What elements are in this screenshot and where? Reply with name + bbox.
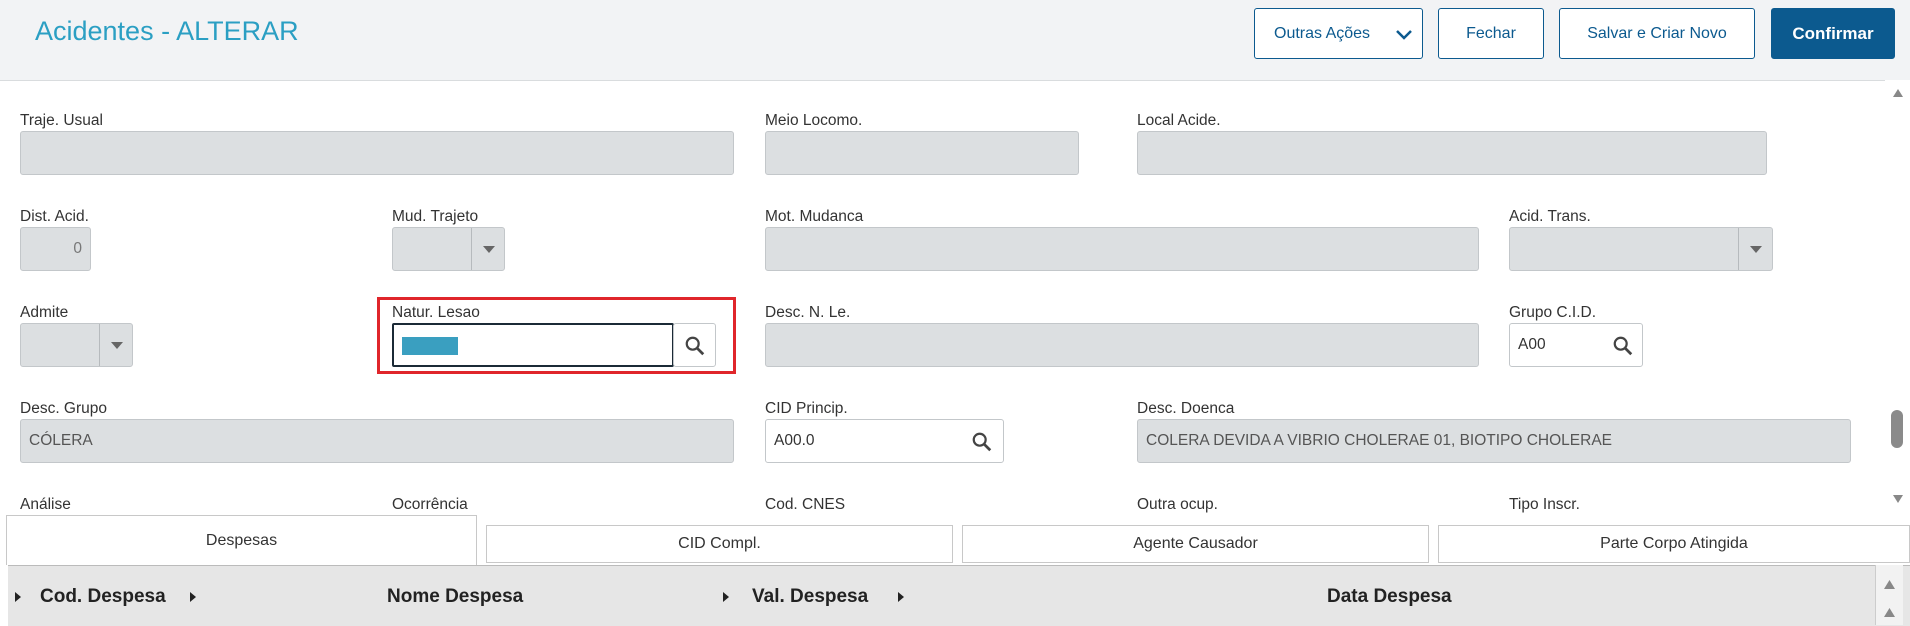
close-button[interactable]: Fechar <box>1438 8 1544 59</box>
mud-trajeto-select[interactable] <box>392 227 505 271</box>
natur-lesao-input[interactable] <box>392 323 674 367</box>
search-icon[interactable] <box>971 431 993 453</box>
dropdown-arrow-icon[interactable] <box>483 246 495 253</box>
sort-arrow-icon[interactable] <box>15 592 21 602</box>
tab-agente-causador[interactable]: Agente Causador <box>962 525 1429 563</box>
page-title: Acidentes - ALTERAR <box>35 16 299 46</box>
more-actions-button[interactable]: Outras Ações <box>1254 8 1423 59</box>
scrollbar-thumb[interactable] <box>1891 410 1903 448</box>
header-bar: Acidentes - ALTERAR Outras Ações Fechar … <box>0 0 1910 81</box>
tipo-inscr-label: Tipo Inscr. <box>1509 496 1580 513</box>
cid-princip-value: A00.0 <box>774 432 815 449</box>
text-selection <box>402 337 458 355</box>
scroll-down-icon[interactable] <box>1892 494 1904 504</box>
mot-mudanca-field <box>765 227 1479 271</box>
column-header-data-despesa[interactable]: Data Despesa <box>1327 586 1452 608</box>
natur-lesao-label: Natur. Lesao <box>392 304 480 321</box>
cid-princip-input[interactable]: A00.0 <box>765 419 1004 463</box>
confirm-button[interactable]: Confirmar <box>1771 8 1895 59</box>
despesas-grid: Cod. Despesa Nome Despesa Val. Despesa D… <box>8 565 1910 626</box>
dropdown-arrow-icon[interactable] <box>1750 246 1762 253</box>
cid-princip-label: CID Princip. <box>765 400 848 417</box>
form-area: Traje. Usual Meio Locomo. Local Acide. D… <box>0 80 1885 520</box>
meio-locomo-label: Meio Locomo. <box>765 112 863 129</box>
ocorrencia-label: Ocorrência <box>392 496 468 513</box>
more-actions-label: Outras Ações <box>1274 24 1371 42</box>
local-acide-label: Local Acide. <box>1137 112 1221 129</box>
mot-mudanca-label: Mot. Mudanca <box>765 208 864 225</box>
form-scrollbar[interactable] <box>1885 80 1910 512</box>
tab-cid-compl[interactable]: CID Compl. <box>486 525 953 563</box>
desc-doenca-value: COLERA DEVIDA A VIBRIO CHOLERAE 01, BIOT… <box>1146 432 1613 449</box>
desc-doenca-label: Desc. Doenca <box>1137 400 1235 417</box>
desc-grupo-label: Desc. Grupo <box>20 400 108 417</box>
tab-bar: Despesas CID Compl. Agente Causador Part… <box>0 515 1910 565</box>
desc-doenca-field: COLERA DEVIDA A VIBRIO CHOLERAE 01, BIOT… <box>1137 419 1851 463</box>
cod-cnes-label: Cod. CNES <box>765 496 846 513</box>
grupo-cid-input[interactable]: A00 <box>1509 323 1643 367</box>
acid-trans-label: Acid. Trans. <box>1509 208 1591 225</box>
dist-acid-field: 0 <box>20 227 91 271</box>
analise-label: Análise <box>20 496 71 513</box>
tab-parte-corpo-atingida[interactable]: Parte Corpo Atingida <box>1438 525 1910 563</box>
select-divider <box>471 228 472 270</box>
save-and-new-button[interactable]: Salvar e Criar Novo <box>1559 8 1755 59</box>
natur-lesao-search-button[interactable] <box>673 323 716 367</box>
meio-locomo-field <box>765 131 1079 175</box>
column-header-cod-despesa[interactable]: Cod. Despesa <box>40 586 166 608</box>
grid-scrollbar[interactable] <box>1875 565 1903 625</box>
traje-usual-field <box>20 131 734 175</box>
scroll-up-icon[interactable] <box>1892 88 1904 98</box>
dist-acid-value: 0 <box>73 240 82 257</box>
grupo-cid-label: Grupo C.I.D. <box>1509 304 1596 321</box>
select-divider <box>1738 228 1739 270</box>
search-icon[interactable] <box>1612 335 1634 357</box>
outra-ocup-label: Outra ocup. <box>1137 496 1218 513</box>
acid-trans-select[interactable] <box>1509 227 1773 271</box>
dropdown-arrow-icon[interactable] <box>111 342 123 349</box>
desc-n-le-field <box>765 323 1479 367</box>
tab-despesas[interactable]: Despesas <box>6 515 477 565</box>
desc-n-le-label: Desc. N. Le. <box>765 304 851 321</box>
desc-grupo-value: CÓLERA <box>29 432 93 449</box>
sort-arrow-icon[interactable] <box>190 592 196 602</box>
search-icon <box>685 336 705 356</box>
sort-arrow-icon[interactable] <box>723 592 729 602</box>
admite-label: Admite <box>20 304 69 321</box>
chevron-down-icon <box>1396 30 1412 40</box>
column-header-val-despesa[interactable]: Val. Despesa <box>752 586 868 608</box>
mud-trajeto-label: Mud. Trajeto <box>392 208 479 225</box>
local-acide-field <box>1137 131 1767 175</box>
scroll-up-icon[interactable] <box>1883 607 1896 618</box>
column-header-nome-despesa[interactable]: Nome Despesa <box>387 586 523 608</box>
sort-arrow-icon[interactable] <box>898 592 904 602</box>
grupo-cid-value: A00 <box>1518 336 1546 353</box>
select-divider <box>99 324 100 366</box>
admite-select[interactable] <box>20 323 133 367</box>
traje-usual-label: Traje. Usual <box>20 112 103 129</box>
dist-acid-label: Dist. Acid. <box>20 208 89 225</box>
scroll-up-icon[interactable] <box>1883 579 1896 590</box>
desc-grupo-field: CÓLERA <box>20 419 734 463</box>
